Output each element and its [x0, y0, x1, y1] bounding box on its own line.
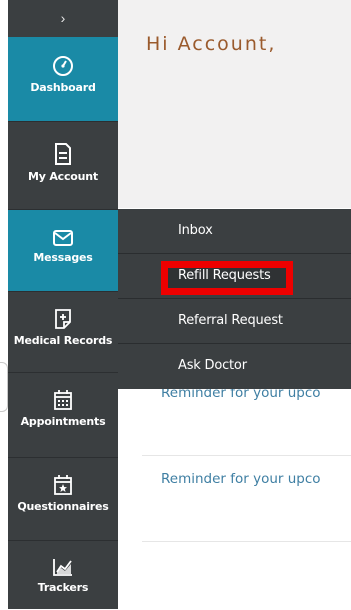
- submenu-item-label: Referral Request: [178, 313, 283, 328]
- sidebar-item-questionnaires[interactable]: Questionnaires: [8, 458, 118, 541]
- left-edge: [0, 0, 8, 609]
- reminder-item-empty: [142, 541, 351, 610]
- sidebar-item-my-account[interactable]: My Account: [8, 122, 118, 210]
- sidebar-toggle-button[interactable]: ›: [8, 0, 118, 37]
- submenu-item-refill-requests[interactable]: Refill Requests: [118, 254, 351, 299]
- envelope-icon: [53, 230, 73, 246]
- document-icon: [55, 143, 71, 165]
- chart-icon: [53, 559, 72, 576]
- messages-submenu: Inbox Refill Requests Referral Request A…: [118, 209, 351, 389]
- sidebar-item-messages[interactable]: Messages: [8, 210, 118, 292]
- speedometer-icon: [53, 56, 73, 76]
- submenu-item-label: Refill Requests: [178, 268, 271, 283]
- chevron-right-icon: ›: [60, 10, 66, 26]
- submenu-item-label: Ask Doctor: [178, 358, 247, 373]
- submenu-item-referral-request[interactable]: Referral Request: [118, 299, 351, 344]
- sidebar-item-label: Appointments: [20, 415, 106, 428]
- medical-file-icon: [55, 309, 71, 329]
- submenu-item-label: Inbox: [178, 223, 213, 238]
- sidebar-item-medical-records[interactable]: Medical Records: [8, 292, 118, 373]
- sidebar-item-label: My Account: [28, 170, 98, 183]
- sidebar-item-label: Dashboard: [30, 81, 96, 94]
- greeting-text: Hi Account,: [146, 33, 277, 55]
- submenu-item-inbox[interactable]: Inbox: [118, 209, 351, 254]
- calendar-icon: [54, 390, 72, 410]
- sidebar: › Dashboard My Account Messages Medical …: [8, 0, 118, 609]
- reminder-link[interactable]: Reminder for your upco: [161, 471, 321, 487]
- sidebar-item-label: Messages: [33, 251, 93, 264]
- sidebar-item-dashboard[interactable]: Dashboard: [8, 37, 118, 122]
- greeting-card: Hi Account,: [118, 0, 351, 208]
- reminder-item[interactable]: Reminder for your upco: [142, 455, 351, 542]
- sidebar-item-trackers[interactable]: Trackers: [8, 541, 118, 609]
- submenu-item-ask-doctor[interactable]: Ask Doctor: [118, 344, 351, 389]
- sidebar-item-appointments[interactable]: Appointments: [8, 373, 118, 458]
- sidebar-item-label: Medical Records: [13, 334, 113, 347]
- sidebar-item-label: Questionnaires: [17, 500, 109, 513]
- calendar-star-icon: [54, 475, 72, 495]
- panel-handle[interactable]: [0, 362, 8, 412]
- sidebar-item-label: Trackers: [37, 581, 89, 594]
